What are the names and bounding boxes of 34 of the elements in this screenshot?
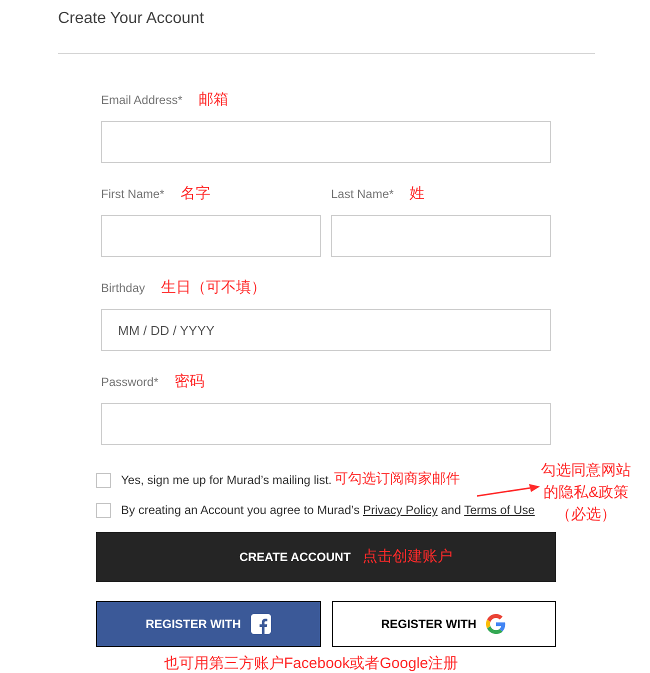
annotation-text: 名字	[180, 184, 210, 204]
page-title: Create Your Account	[58, 9, 205, 29]
checkbox[interactable]	[96, 502, 111, 518]
annotation-text: 可勾选订阅商家邮件	[334, 468, 460, 488]
facebook-logo-icon	[250, 614, 271, 634]
field-label: Email Address*	[101, 92, 182, 109]
facebook-register-button[interactable]: REGISTER WITH	[96, 601, 320, 647]
google-logo-icon	[486, 614, 506, 634]
annotation-text: 密码	[174, 372, 204, 392]
annotation-text: （必选）	[556, 505, 616, 525]
google-register-button[interactable]: REGISTER WITH	[332, 601, 556, 647]
field-label: Password*	[101, 374, 158, 391]
annotation-text: 姓	[410, 184, 425, 204]
input-field[interactable]	[331, 215, 551, 257]
input-field[interactable]	[101, 121, 551, 163]
annotation-text: 生日（可不填）	[161, 278, 266, 298]
annotation-text: 点击创建账户	[362, 546, 453, 567]
terms-consent-text: By creating an Account you agree to Murad’s Privacy Policy and Terms of Use	[121, 502, 535, 519]
input-field[interactable]	[101, 403, 551, 445]
annotation-text: 邮箱	[198, 90, 228, 110]
terms-of-use-link[interactable]: Terms of Use	[464, 503, 535, 517]
field-label: Last Name*	[331, 186, 394, 203]
annotation-text: 也可用第三方账户Facebook或者Google注册	[164, 654, 458, 673]
create-account-button[interactable]: CREATE ACCOUNT 点击创建账户	[96, 532, 556, 582]
input-field[interactable]: MM / DD / YYYY	[101, 309, 551, 351]
annotation-arrow	[476, 482, 542, 498]
mailing-consent-text: Yes, sign me up for Murad’s mailing list.	[121, 472, 332, 489]
checkbox[interactable]	[96, 472, 111, 488]
field-label: First Name*	[101, 186, 164, 203]
field-label: Birthday	[101, 280, 146, 297]
input-field[interactable]	[101, 215, 321, 257]
annotation-text: 的隐私&政策	[543, 483, 628, 503]
annotation-text: 勾选同意网站	[541, 461, 631, 481]
privacy-policy-link[interactable]: Privacy Policy	[362, 503, 438, 517]
